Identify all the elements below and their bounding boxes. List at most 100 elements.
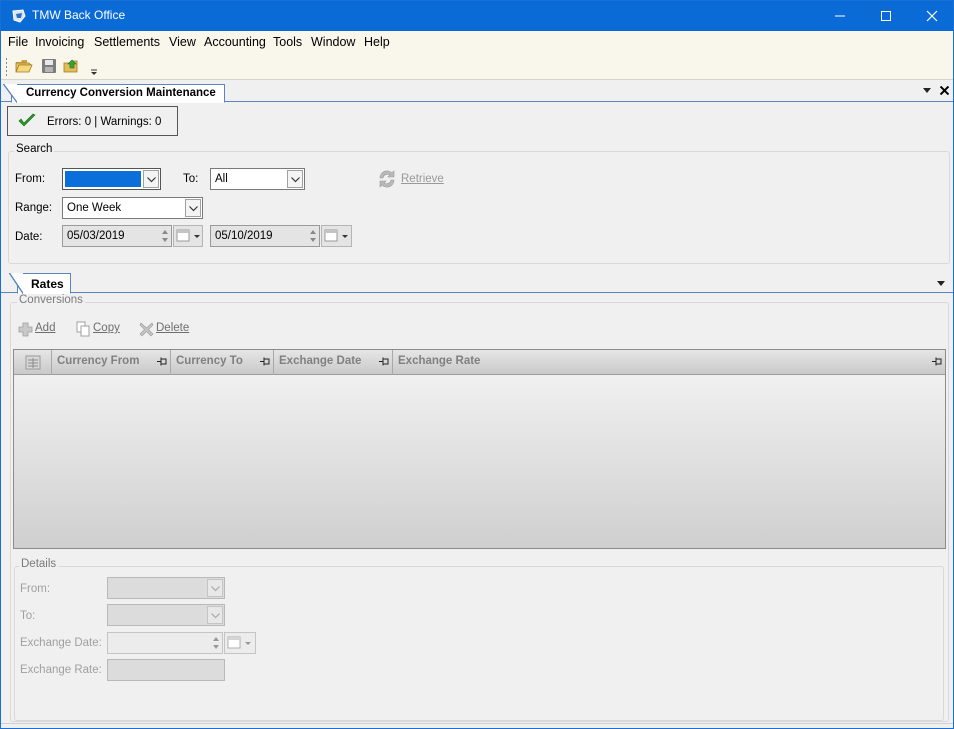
detail-to-label: To:	[20, 610, 36, 622]
minimize-icon	[835, 15, 845, 17]
validation-status[interactable]: Errors: 0 | Warnings: 0	[7, 106, 178, 136]
chevron-down-icon	[147, 177, 156, 183]
detail-exchange-date-input[interactable]	[107, 632, 223, 654]
menu-invoicing[interactable]: Invoicing	[35, 35, 84, 49]
add-label: Add	[35, 322, 56, 334]
tab-list-dropdown-icon[interactable]	[923, 88, 931, 94]
delete-icon	[139, 322, 154, 337]
column-currency-to[interactable]: Currency To	[171, 350, 274, 375]
range-dropdown-button[interactable]	[185, 199, 201, 217]
to-dropdown-button[interactable]	[287, 170, 303, 188]
title-bar[interactable]: TMW Back Office	[1, 1, 953, 31]
end-date-input[interactable]: 05/10/2019	[210, 225, 320, 247]
menu-tools[interactable]: Tools	[273, 35, 302, 49]
conversions-grid[interactable]: Currency From Currency To Exchange Date …	[13, 349, 946, 549]
detail-from-label: From:	[20, 583, 51, 595]
start-date-spinner-icon[interactable]	[159, 227, 171, 245]
toolbar	[1, 53, 953, 80]
toolbar-grip[interactable]	[5, 57, 8, 77]
to-label: To:	[183, 173, 199, 185]
detail-from-select[interactable]	[107, 577, 225, 599]
maximize-icon	[881, 11, 891, 21]
detail-to-select[interactable]	[107, 604, 225, 626]
column-exchange-date[interactable]: Exchange Date	[274, 350, 393, 375]
copy-button[interactable]: Copy	[76, 320, 122, 338]
detail-exchange-date-label: Exchange Date:	[20, 637, 102, 649]
checkmark-icon	[18, 113, 36, 127]
app-window: TMW Back Office File Invoicing Settlemen…	[0, 0, 954, 729]
chevron-down-icon	[291, 177, 300, 183]
status-divider	[1, 723, 953, 724]
add-button[interactable]: Add	[18, 320, 58, 338]
details-group-label: Details	[19, 558, 59, 570]
save-icon[interactable]	[40, 57, 58, 75]
rates-tab-dropdown-icon[interactable]	[937, 281, 945, 287]
detail-from-dropdown-button[interactable]	[207, 579, 223, 597]
export-icon[interactable]	[63, 57, 81, 75]
chevron-down-icon	[211, 586, 220, 592]
document-tabstrip: Currency Conversion Maintenance	[1, 81, 953, 103]
close-icon	[926, 10, 938, 22]
date-label: Date:	[15, 231, 43, 243]
minimize-button[interactable]	[817, 1, 863, 31]
grid-header: Currency From Currency To Exchange Date …	[14, 350, 945, 375]
column-exchange-rate[interactable]: Exchange Rate	[393, 350, 945, 375]
menu-accounting[interactable]: Accounting	[204, 35, 266, 49]
menu-settlements[interactable]: Settlements	[94, 35, 160, 49]
tab-currency-conversion-maintenance[interactable]: Currency Conversion Maintenance	[3, 84, 225, 103]
to-currency-select[interactable]: All	[210, 168, 305, 190]
tab-rates[interactable]: Rates	[9, 273, 71, 294]
toolbar-overflow-icon[interactable]	[90, 61, 98, 77]
pin-icon[interactable]	[260, 357, 270, 366]
maximize-button[interactable]	[863, 1, 909, 31]
pin-icon[interactable]	[932, 357, 942, 366]
menu-view[interactable]: View	[169, 35, 196, 49]
column-chooser-icon	[25, 355, 41, 370]
range-value: One Week	[67, 202, 122, 214]
menu-help[interactable]: Help	[364, 35, 390, 49]
column-exchange-rate-label: Exchange Rate	[398, 355, 481, 367]
open-folder-icon[interactable]	[15, 57, 33, 75]
menu-bar: File Invoicing Settlements View Accounti…	[1, 31, 953, 53]
column-chooser-button[interactable]	[14, 350, 52, 375]
retrieve-label: Retrieve	[401, 173, 444, 185]
search-group-label: Search	[14, 143, 55, 155]
retrieve-button[interactable]: Retrieve	[376, 167, 446, 191]
detail-date-spinner-icon[interactable]	[210, 634, 222, 652]
detail-to-dropdown-button[interactable]	[207, 606, 223, 624]
detail-exchange-rate-input[interactable]	[107, 659, 225, 681]
end-date-calendar-icon[interactable]	[321, 225, 352, 247]
close-window-button[interactable]	[909, 1, 953, 31]
from-currency-select[interactable]	[62, 168, 161, 190]
column-currency-from-label: Currency From	[57, 355, 140, 367]
column-currency-from[interactable]: Currency From	[52, 350, 171, 375]
copy-icon	[76, 321, 90, 337]
detail-exchange-rate-label: Exchange Rate:	[20, 664, 102, 676]
delete-button[interactable]: Delete	[139, 320, 191, 338]
add-icon	[18, 322, 33, 337]
app-logo-icon	[12, 9, 26, 23]
start-date-calendar-icon[interactable]	[173, 225, 203, 247]
validation-status-text: Errors: 0 | Warnings: 0	[47, 116, 162, 128]
end-date-spinner-icon[interactable]	[307, 227, 319, 245]
from-currency-selection	[65, 171, 141, 187]
conversions-group-label: Conversions	[17, 294, 85, 306]
from-dropdown-button[interactable]	[143, 170, 159, 188]
range-label: Range:	[15, 202, 53, 214]
end-date-value: 05/10/2019	[215, 230, 273, 242]
close-tab-icon[interactable]	[940, 86, 949, 95]
start-date-value: 05/03/2019	[67, 230, 125, 242]
pin-icon[interactable]	[379, 357, 389, 366]
copy-label: Copy	[93, 322, 120, 334]
refresh-icon	[379, 170, 395, 188]
menu-file[interactable]: File	[8, 35, 28, 49]
column-exchange-date-label: Exchange Date	[279, 355, 362, 367]
menu-window[interactable]: Window	[311, 35, 355, 49]
column-currency-to-label: Currency To	[176, 355, 243, 367]
detail-date-calendar-icon[interactable]	[224, 632, 256, 654]
chevron-down-icon	[211, 613, 220, 619]
range-select[interactable]: One Week	[62, 197, 203, 219]
pin-icon[interactable]	[157, 357, 167, 366]
to-currency-value: All	[215, 173, 228, 185]
start-date-input[interactable]: 05/03/2019	[62, 225, 172, 247]
